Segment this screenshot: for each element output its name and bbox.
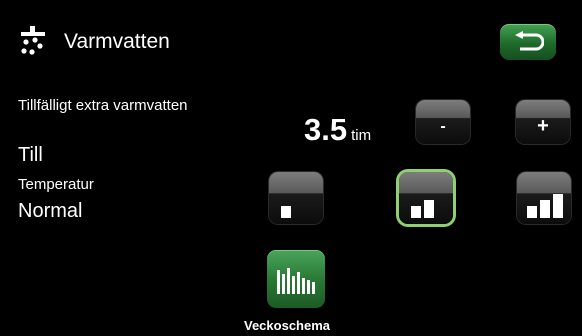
- extra-hot-water-value: Till: [18, 144, 43, 166]
- weekly-schedule-button[interactable]: [267, 250, 325, 308]
- temperature-level-3-button[interactable]: [517, 172, 571, 224]
- temperature-level-2-button[interactable]: [399, 172, 453, 224]
- page-title: Varmvatten: [64, 30, 170, 53]
- plus-icon: +: [537, 115, 549, 137]
- extra-hot-water-label: Tillfälligt extra varmvatten: [18, 97, 188, 114]
- weekly-schedule-label: Veckoschema: [244, 318, 331, 333]
- decrease-button[interactable]: -: [416, 100, 470, 144]
- back-arrow-icon: [515, 31, 544, 51]
- level-bars-icon: [527, 194, 563, 218]
- back-button[interactable]: [500, 24, 556, 60]
- level-bars-icon: [281, 206, 291, 218]
- minus-icon: -: [440, 118, 446, 135]
- temperature-level-1-button[interactable]: [269, 172, 323, 224]
- temperature-value: Normal: [18, 200, 83, 222]
- increase-button[interactable]: +: [516, 100, 570, 144]
- temperature-label: Temperatur: [18, 176, 94, 193]
- timer-value: 3.5: [304, 112, 348, 147]
- timer-unit: tim: [351, 127, 372, 144]
- timer-readout: 3.5 tim: [304, 112, 371, 148]
- bar-chart-icon: [277, 268, 315, 294]
- shower-icon: [18, 26, 48, 58]
- level-bars-icon: [411, 200, 434, 218]
